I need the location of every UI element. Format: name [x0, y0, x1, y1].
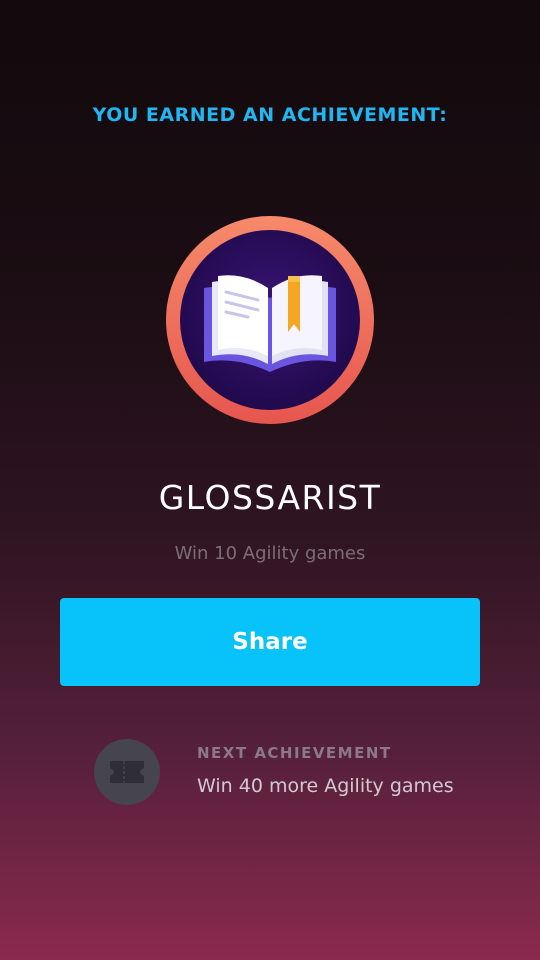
share-button[interactable]: Share	[60, 598, 480, 686]
next-achievement-description: Win 40 more Agility games	[197, 775, 454, 797]
achievement-description: Win 10 Agility games	[174, 543, 366, 564]
ticket-icon	[110, 761, 144, 783]
achievement-title: GLOSSARIST	[158, 478, 382, 517]
next-achievement-label: NEXT ACHIEVEMENT	[197, 744, 392, 762]
achievement-badge	[166, 216, 374, 424]
achievement-header: YOU EARNED AN ACHIEVEMENT:	[92, 104, 448, 126]
next-achievement-icon	[94, 739, 160, 805]
